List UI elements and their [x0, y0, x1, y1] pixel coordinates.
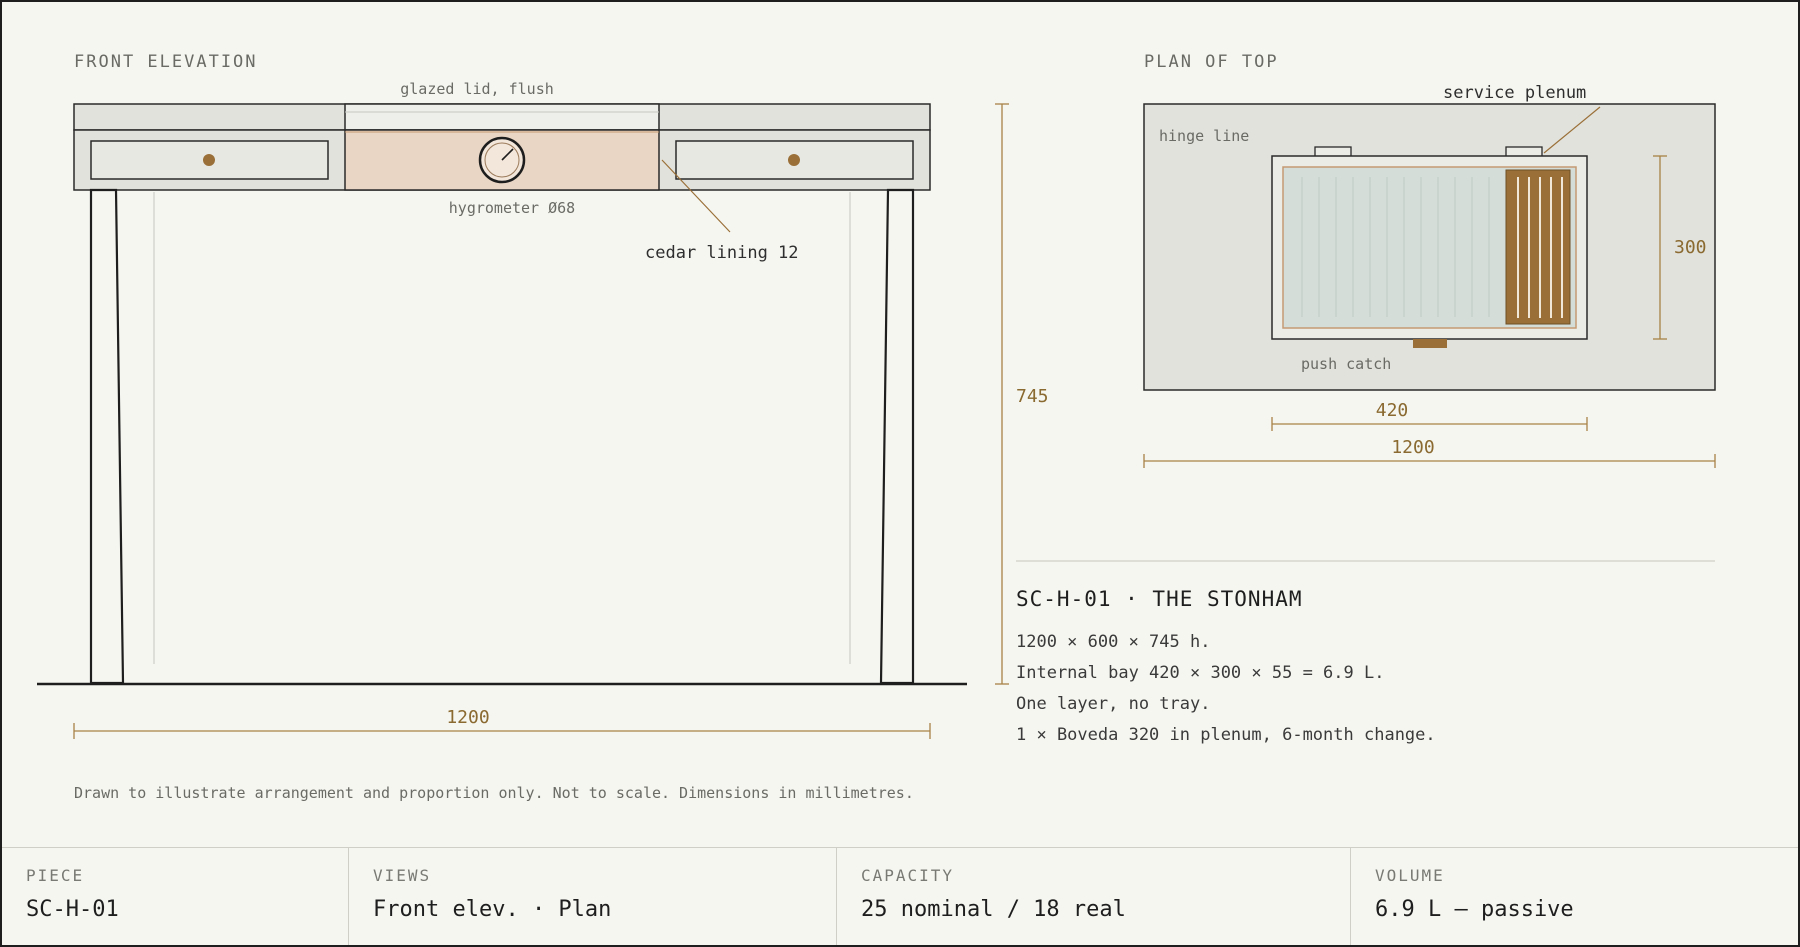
- spec-title: SC-H-01 · THE STONHAM: [1016, 587, 1303, 611]
- cedar-note: cedar lining 12: [645, 243, 799, 263]
- views-value: Front elev. · Plan: [373, 897, 612, 922]
- left-drawer-knob: [203, 154, 215, 166]
- service-plenum: [1505, 169, 1571, 325]
- hygrometer-note: hygrometer Ø68: [449, 199, 575, 217]
- capacity-label: CAPACITY: [861, 866, 955, 885]
- front-elevation: FRONT ELEVATION glazed lid, flush hygrom…: [37, 52, 1049, 739]
- push-catch: [1413, 339, 1447, 348]
- piece-value: SC-H-01: [26, 897, 119, 922]
- hinge-note: hinge line: [1159, 127, 1249, 145]
- lid-note: glazed lid, flush: [400, 80, 554, 98]
- push-catch-note: push catch: [1301, 355, 1391, 373]
- title-cell-views: VIEWS Front elev. · Plan: [349, 848, 837, 945]
- title-cell-volume: VOLUME 6.9 L — passive: [1351, 848, 1798, 945]
- plan-bay-dimension: 420: [1271, 400, 1588, 431]
- disclaimer: Drawn to illustrate arrangement and prop…: [74, 784, 914, 802]
- glazed-lid: [344, 103, 660, 131]
- plan-label: PLAN OF TOP: [1144, 52, 1279, 72]
- front-elevation-label: FRONT ELEVATION: [74, 52, 258, 72]
- title-block: PIECE SC-H-01 VIEWS Front elev. · Plan C…: [2, 847, 1798, 945]
- spec-block: SC-H-01 · THE STONHAM 1200 × 600 × 745 h…: [1016, 585, 1716, 751]
- capacity-value: 25 nominal / 18 real: [861, 897, 1126, 922]
- spec-dimensions: 1200 × 600 × 745 h.: [1016, 632, 1211, 652]
- front-height-value: 745: [1016, 386, 1049, 407]
- spec-layering: One layer, no tray.: [1016, 694, 1211, 714]
- title-cell-capacity: CAPACITY 25 nominal / 18 real: [837, 848, 1351, 945]
- volume-value: 6.9 L — passive: [1375, 897, 1574, 922]
- piece-label: PIECE: [26, 866, 85, 885]
- volume-label: VOLUME: [1375, 866, 1445, 885]
- right-drawer-knob: [788, 154, 800, 166]
- plan-bay-value: 420: [1376, 400, 1409, 421]
- spec-humidification: 1 × Boveda 320 in plenum, 6-month change…: [1016, 725, 1436, 745]
- left-leg: [89, 188, 125, 685]
- front-width-value: 1200: [446, 707, 489, 728]
- drawing-sheet: FRONT ELEVATION glazed lid, flush hygrom…: [0, 0, 1800, 947]
- title-cell-piece: PIECE SC-H-01: [2, 848, 349, 945]
- plan-width-value: 1200: [1391, 437, 1434, 458]
- plan-depth-value: 300: [1674, 237, 1707, 258]
- plan-of-top: PLAN OF TOP hinge line service plenum pu…: [1143, 52, 1716, 468]
- plan-width-dimension: 1200: [1143, 437, 1716, 468]
- service-plenum-note: service plenum: [1443, 83, 1586, 103]
- front-width-dimension: 1200: [73, 707, 931, 739]
- right-leg: [879, 188, 915, 685]
- views-label: VIEWS: [373, 866, 432, 885]
- spec-internal-bay: Internal bay 420 × 300 × 55 = 6.9 L.: [1016, 663, 1385, 683]
